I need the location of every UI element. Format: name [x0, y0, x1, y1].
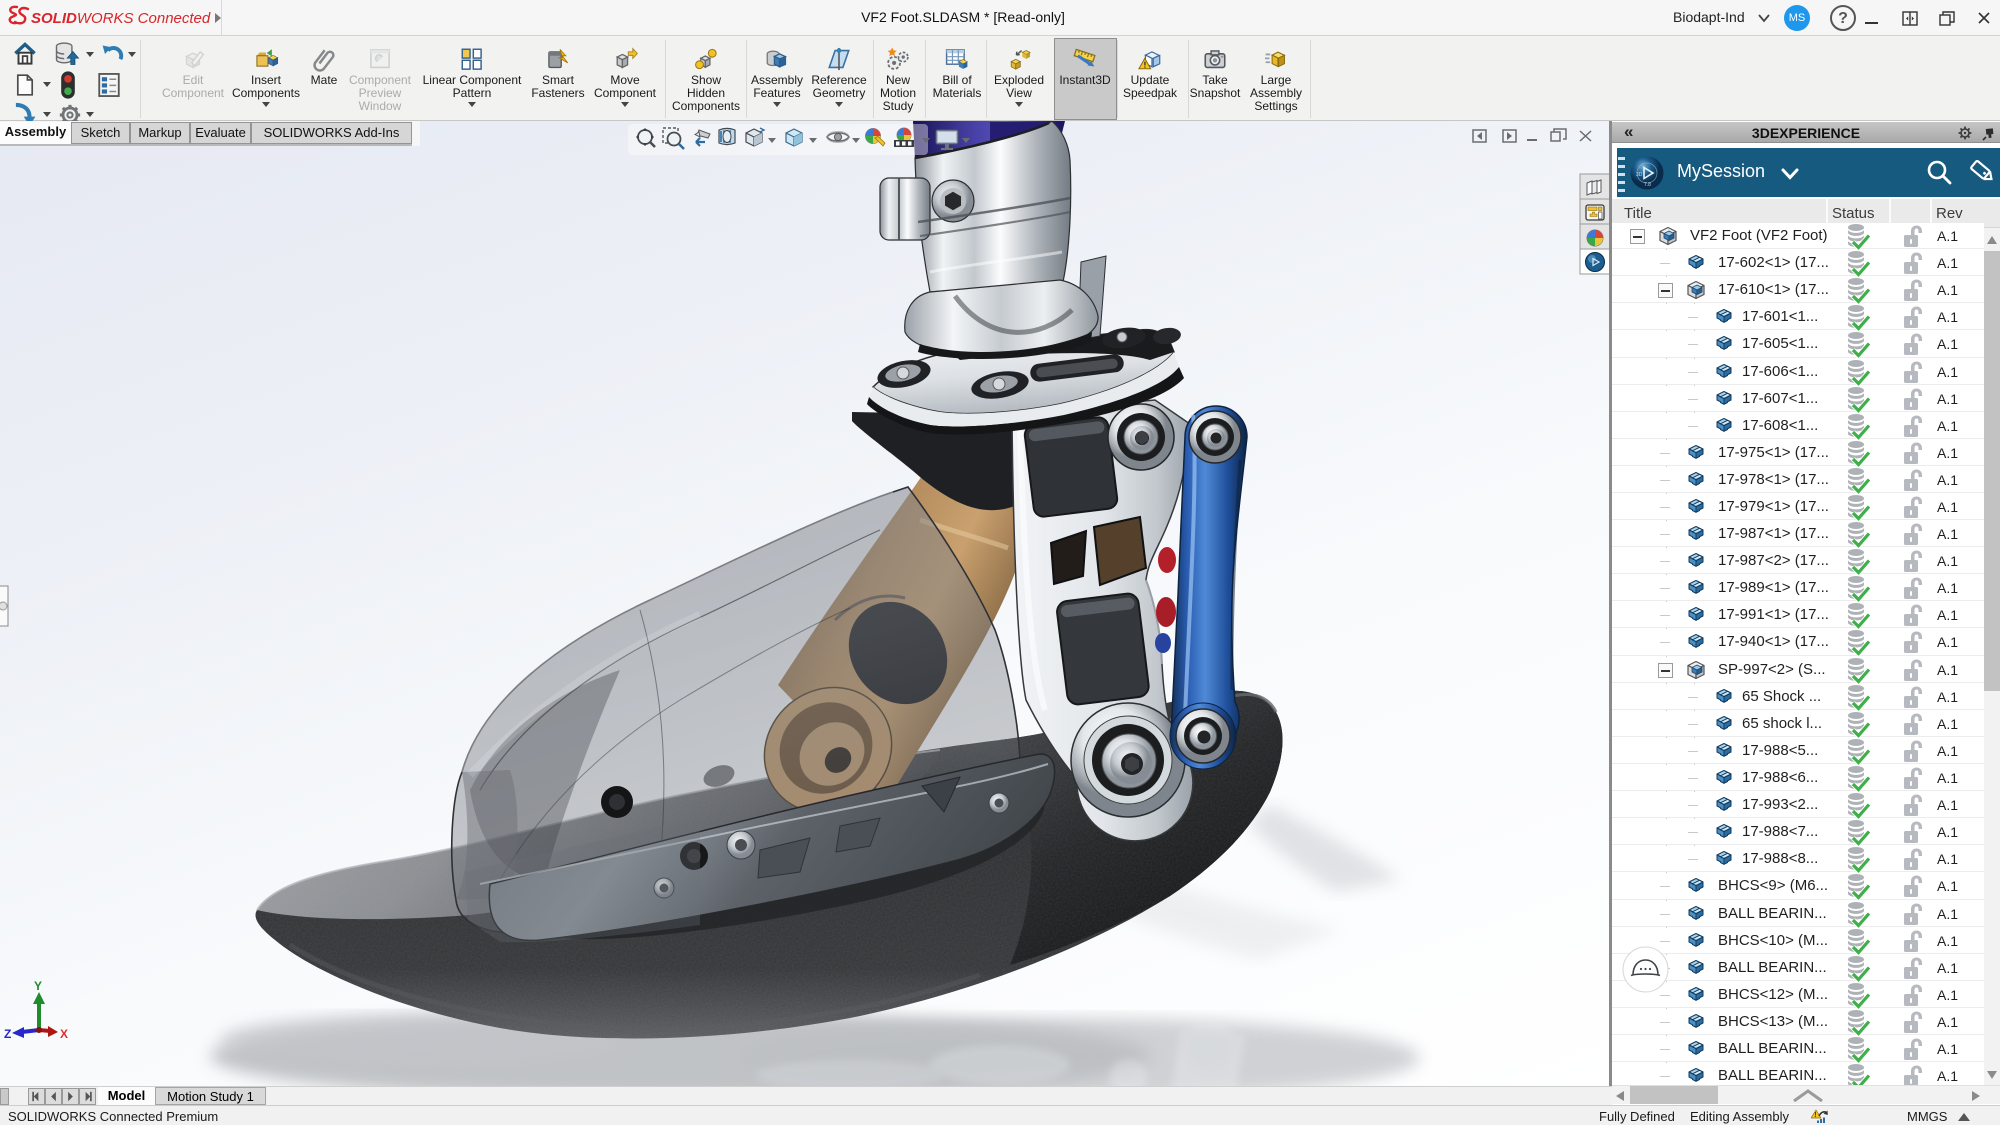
- svg-text:7.8: 7.8: [1644, 182, 1651, 188]
- svg-text:Z: Z: [4, 1027, 11, 1041]
- svg-text:!: !: [1814, 1112, 1816, 1119]
- svg-text:Y: Y: [34, 979, 42, 993]
- svg-text:X: X: [60, 1027, 68, 1041]
- svg-text:3D: 3D: [1636, 172, 1643, 178]
